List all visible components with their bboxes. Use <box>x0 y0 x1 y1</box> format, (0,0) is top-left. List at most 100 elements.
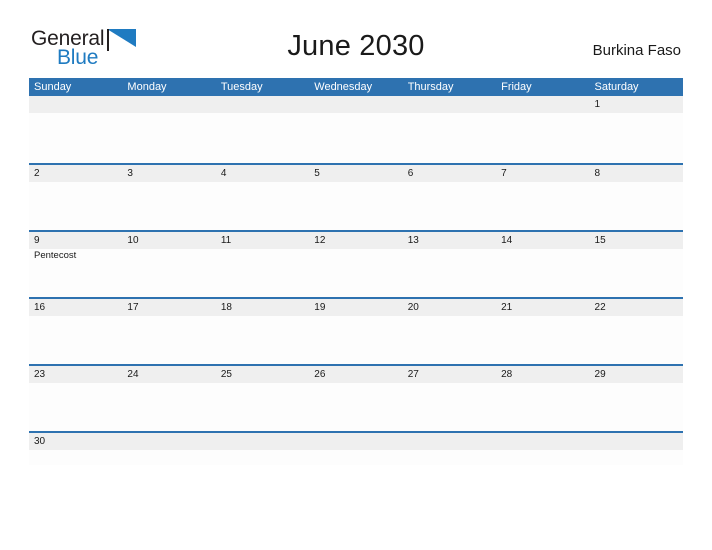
day-event <box>122 113 215 161</box>
day-event <box>590 383 683 431</box>
day-event <box>590 316 683 364</box>
day-number[interactable] <box>216 96 309 113</box>
day-event <box>590 113 683 161</box>
day-event <box>29 383 122 431</box>
day-number[interactable] <box>496 96 589 113</box>
day-event <box>122 450 215 465</box>
week-event-band <box>29 182 683 230</box>
day-number[interactable]: 29 <box>590 366 683 383</box>
week-event-band <box>29 113 683 161</box>
day-number[interactable]: 6 <box>403 165 496 182</box>
week-event-band <box>29 383 683 431</box>
day-event <box>403 182 496 230</box>
day-number[interactable] <box>216 433 309 450</box>
day-number[interactable]: 15 <box>590 232 683 249</box>
day-event <box>496 383 589 431</box>
day-event <box>403 450 496 465</box>
day-number[interactable] <box>29 96 122 113</box>
day-number[interactable]: 7 <box>496 165 589 182</box>
day-event <box>496 182 589 230</box>
day-number[interactable]: 10 <box>122 232 215 249</box>
weekday-header-thursday: Thursday <box>407 81 454 93</box>
weekday-header-row: Sunday Monday Tuesday Wednesday Thursday… <box>29 78 683 96</box>
country-label: Burkina Faso <box>592 42 681 59</box>
week-row: 16 17 18 19 20 21 22 <box>29 297 683 364</box>
day-event <box>496 450 589 465</box>
weekday-header-friday: Friday <box>501 81 532 93</box>
day-number[interactable]: 13 <box>403 232 496 249</box>
day-number[interactable]: 2 <box>29 165 122 182</box>
day-number[interactable]: 11 <box>216 232 309 249</box>
day-event <box>309 450 402 465</box>
day-number[interactable]: 27 <box>403 366 496 383</box>
day-event <box>309 249 402 297</box>
day-number[interactable]: 23 <box>29 366 122 383</box>
day-number[interactable] <box>403 433 496 450</box>
day-number[interactable] <box>309 433 402 450</box>
week-row: 30 <box>29 431 683 465</box>
day-number[interactable] <box>309 96 402 113</box>
day-number[interactable]: 20 <box>403 299 496 316</box>
calendar-grid: Sunday Monday Tuesday Wednesday Thursday… <box>29 78 683 465</box>
day-number[interactable]: 19 <box>309 299 402 316</box>
day-number[interactable]: 28 <box>496 366 589 383</box>
day-number[interactable]: 14 <box>496 232 589 249</box>
day-number[interactable]: 30 <box>29 433 122 450</box>
day-number[interactable]: 22 <box>590 299 683 316</box>
day-event <box>122 182 215 230</box>
day-event <box>29 182 122 230</box>
weekday-header-saturday: Saturday <box>594 81 639 93</box>
day-number[interactable] <box>590 433 683 450</box>
day-event <box>590 450 683 465</box>
day-event <box>309 383 402 431</box>
weekday-header-monday: Monday <box>127 81 167 93</box>
day-event <box>216 450 309 465</box>
day-event <box>29 316 122 364</box>
week-day-number-band: 30 <box>29 433 683 450</box>
day-number[interactable]: 8 <box>590 165 683 182</box>
day-event <box>403 249 496 297</box>
day-event <box>309 113 402 161</box>
day-number[interactable] <box>122 96 215 113</box>
day-event <box>309 316 402 364</box>
day-event <box>496 249 589 297</box>
day-number[interactable] <box>403 96 496 113</box>
day-number[interactable]: 17 <box>122 299 215 316</box>
day-number[interactable] <box>122 433 215 450</box>
day-event <box>216 316 309 364</box>
day-number[interactable]: 1 <box>590 96 683 113</box>
day-event <box>216 113 309 161</box>
day-event <box>403 316 496 364</box>
week-row: 23 24 25 26 27 28 29 <box>29 364 683 431</box>
day-number[interactable]: 25 <box>216 366 309 383</box>
day-event <box>216 249 309 297</box>
weekday-header-wednesday: Wednesday <box>314 81 373 93</box>
week-day-number-band: 1 <box>29 96 683 113</box>
page-header: General Blue June 2030 Burkina Faso <box>0 0 712 76</box>
day-event <box>216 182 309 230</box>
week-event-band <box>29 316 683 364</box>
weekday-header-sunday: Sunday <box>34 81 72 93</box>
week-row: 1 <box>29 96 683 163</box>
week-day-number-band: 16 17 18 19 20 21 22 <box>29 299 683 316</box>
day-event-holiday: Pentecost <box>34 250 77 261</box>
day-number[interactable]: 16 <box>29 299 122 316</box>
day-number[interactable]: 26 <box>309 366 402 383</box>
day-number[interactable]: 12 <box>309 232 402 249</box>
day-number[interactable]: 4 <box>216 165 309 182</box>
day-event <box>122 383 215 431</box>
day-event <box>496 316 589 364</box>
day-number[interactable]: 9 <box>29 232 122 249</box>
day-event <box>29 450 122 465</box>
week-day-number-band: 2 3 4 5 6 7 8 <box>29 165 683 182</box>
day-number[interactable]: 21 <box>496 299 589 316</box>
day-number[interactable] <box>496 433 589 450</box>
day-number[interactable]: 18 <box>216 299 309 316</box>
day-event <box>403 113 496 161</box>
day-number[interactable]: 24 <box>122 366 215 383</box>
day-event <box>309 182 402 230</box>
day-number[interactable]: 5 <box>309 165 402 182</box>
week-day-number-band: 23 24 25 26 27 28 29 <box>29 366 683 383</box>
day-event <box>590 249 683 297</box>
day-number[interactable]: 3 <box>122 165 215 182</box>
